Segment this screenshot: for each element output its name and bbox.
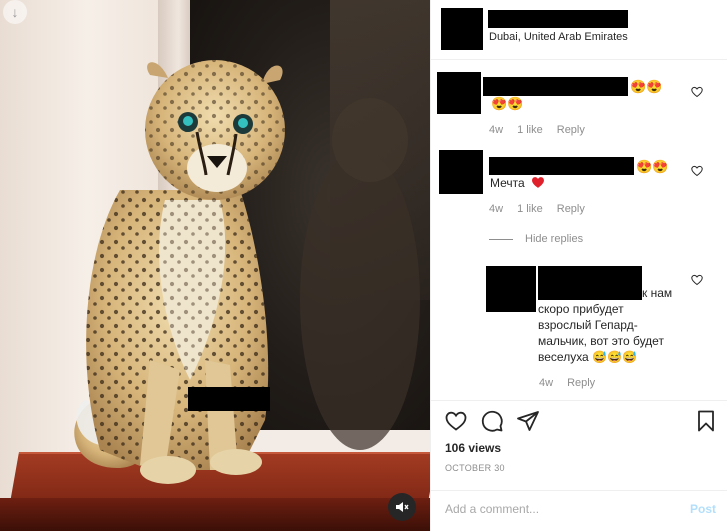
bookmark-icon[interactable] <box>694 409 718 433</box>
reply-age: 4w <box>539 377 554 389</box>
comment-emojis: 😍😍 <box>636 159 669 174</box>
post-media[interactable]: ↓ <box>0 0 430 531</box>
reply-button[interactable]: Reply <box>557 124 585 136</box>
comment-age: 4w <box>489 124 504 136</box>
post-actions: 106 views OCTOBER 30 <box>431 400 727 490</box>
comment-likes[interactable]: 1 like <box>517 203 543 215</box>
add-comment-bar: Add a comment... Post <box>431 490 727 531</box>
paper-plane-icon[interactable] <box>516 409 540 433</box>
redacted-commenter-name[interactable] <box>483 77 628 96</box>
reply-button[interactable]: Reply <box>557 203 585 215</box>
post-comment-button[interactable]: Post <box>690 502 716 516</box>
post-header: Dubai, United Arab Emirates <box>431 0 727 60</box>
reply-text-line4: веселуха 😅😅😅 <box>538 350 637 364</box>
reply-text-line2: взрослый Гепард- <box>538 318 638 332</box>
hide-replies-label: Hide replies <box>525 233 584 245</box>
view-count[interactable]: 106 views <box>445 441 501 455</box>
comment-item: 😍😍 Мечта 4w 1 like Reply <box>431 144 727 228</box>
reply-text-line1: скоро прибудет <box>538 302 624 316</box>
heart-outline-icon[interactable] <box>444 409 468 433</box>
small-heart-icon[interactable] <box>691 165 703 177</box>
reply-text-inline: к нам <box>642 286 673 300</box>
download-arrow-icon[interactable]: ↓ <box>3 0 27 24</box>
small-heart-icon[interactable] <box>691 274 703 286</box>
commenter-avatar[interactable] <box>439 150 483 194</box>
post-side-panel: Dubai, United Arab Emirates 😍😍 😍😍 4w 1 li… <box>430 0 727 531</box>
cheetah-cub-image <box>74 60 420 484</box>
redacted-commenter-name[interactable] <box>489 157 634 175</box>
comment-likes[interactable]: 1 like <box>517 124 543 136</box>
post-location[interactable]: Dubai, United Arab Emirates <box>489 31 628 43</box>
comment-text: Мечта <box>490 175 545 191</box>
hide-replies-button[interactable]: Hide replies <box>489 233 583 245</box>
small-heart-icon[interactable] <box>691 86 703 98</box>
comment-item: 😍😍 😍😍 4w 1 like Reply <box>431 60 727 144</box>
reply-item: к нам скоро прибудет взрослый Гепард- ма… <box>431 262 727 394</box>
comment-text: 😍😍 <box>630 79 663 94</box>
commenter-avatar[interactable] <box>437 72 481 114</box>
author-avatar[interactable] <box>441 8 483 50</box>
comment-meta: 4w 1 like Reply <box>489 203 599 215</box>
hide-replies-divider <box>489 238 513 240</box>
redacted-username[interactable] <box>488 10 628 28</box>
comment-age: 4w <box>489 203 504 215</box>
post-date[interactable]: OCTOBER 30 <box>445 463 505 473</box>
reply-reply-button[interactable]: Reply <box>567 377 595 389</box>
muted-speaker-icon[interactable] <box>388 493 416 521</box>
speech-bubble-icon[interactable] <box>480 409 504 433</box>
reply-text-line3: мальчик, вот это будет <box>538 334 664 348</box>
comment-meta: 4w 1 like Reply <box>489 124 599 136</box>
red-heart-emoji <box>532 177 545 188</box>
reply-avatar[interactable] <box>486 266 536 312</box>
reply-meta: 4w Reply <box>539 377 609 389</box>
comment-input[interactable]: Add a comment... <box>445 502 539 516</box>
redacted-reply-name[interactable] <box>538 266 642 300</box>
comment-text-line2: 😍😍 <box>491 96 524 111</box>
redacted-tag <box>188 387 270 411</box>
